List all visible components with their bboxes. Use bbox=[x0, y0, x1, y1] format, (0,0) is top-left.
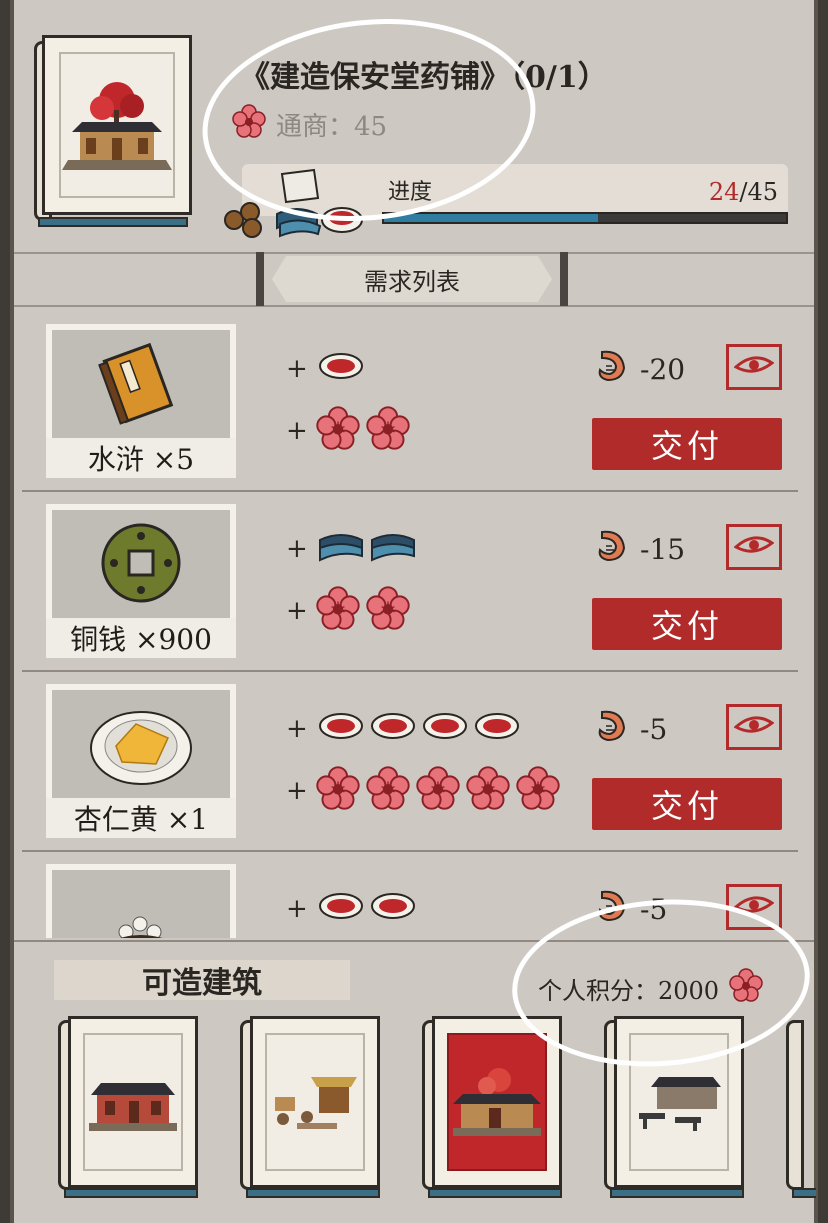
reward-row-goods bbox=[318, 892, 416, 924]
red-bowl-icon bbox=[370, 892, 416, 924]
plus-sign: + bbox=[286, 596, 308, 626]
progress-bar-fill bbox=[384, 214, 599, 222]
view-button[interactable] bbox=[726, 524, 782, 570]
progress-bar bbox=[382, 212, 788, 224]
building-card-partial[interactable] bbox=[786, 1016, 816, 1202]
building-book-card[interactable] bbox=[28, 35, 193, 227]
plum-blossom-icon bbox=[516, 766, 560, 814]
pharmacy-building-image bbox=[59, 52, 175, 198]
reward-row-blossoms bbox=[316, 766, 560, 814]
item-thumbnail: 铜钱 ×900 bbox=[46, 504, 236, 658]
view-button[interactable] bbox=[726, 704, 782, 750]
book-page bbox=[432, 1016, 562, 1188]
plus-sign: + bbox=[286, 714, 308, 744]
item-image bbox=[52, 870, 230, 938]
item-name: 铜钱 ×900 bbox=[46, 618, 236, 658]
progress-current: 24 bbox=[708, 178, 740, 206]
item-image bbox=[52, 510, 230, 616]
book-cover-edge bbox=[38, 217, 188, 227]
plum-blossom-icon bbox=[316, 586, 360, 634]
red-bowl-icon bbox=[422, 712, 468, 744]
reward-row-goods bbox=[318, 712, 520, 744]
plum-blossom-icon bbox=[366, 406, 410, 454]
item-thumbnail: 水浒 ×5 bbox=[46, 324, 236, 478]
requirement-row: 铜钱 ×900 + + -15 交付 bbox=[14, 492, 806, 672]
red-bowl-icon bbox=[318, 712, 364, 744]
plus-sign: + bbox=[286, 534, 308, 564]
cost-display: -5 bbox=[592, 706, 667, 753]
reward-row-blossoms bbox=[316, 406, 410, 454]
plum-blossom-icon bbox=[316, 406, 360, 454]
red-bowl-icon bbox=[370, 712, 416, 744]
shrimp-icon bbox=[592, 346, 632, 393]
reward-row-goods bbox=[318, 352, 364, 384]
cost-value: -5 bbox=[640, 713, 668, 746]
eye-icon bbox=[733, 713, 775, 741]
building-card-pharmacy-selected[interactable] bbox=[422, 1016, 562, 1202]
book-spine bbox=[786, 1020, 804, 1190]
book-cover-edge bbox=[610, 1188, 744, 1198]
book-page bbox=[250, 1016, 380, 1188]
progress-total: /45 bbox=[739, 178, 778, 206]
requirements-header: 需求列表 bbox=[256, 252, 568, 306]
deliver-button[interactable]: 交付 bbox=[592, 418, 782, 470]
item-name: 水浒 ×5 bbox=[46, 438, 236, 478]
plum-blossom-icon bbox=[366, 766, 410, 814]
requirements-title: 需求列表 bbox=[364, 267, 460, 296]
header-post-right bbox=[560, 252, 568, 306]
cost-value: -15 bbox=[640, 533, 686, 566]
item-image bbox=[52, 690, 230, 796]
plum-blossom-icon bbox=[316, 766, 360, 814]
building-card-courtyard[interactable] bbox=[58, 1016, 198, 1202]
progress-count: 24/45 bbox=[709, 178, 778, 206]
requirement-row: 杏仁黄 ×1 + + -5 交付 bbox=[14, 672, 806, 852]
item-thumbnail bbox=[46, 864, 236, 938]
item-thumbnail: 杏仁黄 ×1 bbox=[46, 684, 236, 838]
plum-blossom-icon bbox=[366, 586, 410, 634]
buildable-label: 可造建筑 bbox=[54, 960, 350, 1001]
shrimp-icon bbox=[592, 526, 632, 573]
book-page bbox=[42, 35, 192, 215]
courtyard-building-image bbox=[83, 1033, 183, 1171]
shrimp-icon bbox=[592, 706, 632, 753]
plus-sign: + bbox=[286, 894, 308, 924]
red-bowl-icon bbox=[474, 712, 520, 744]
reward-row-goods bbox=[318, 532, 416, 566]
cost-display: -20 bbox=[592, 346, 685, 393]
blue-cloth-icon bbox=[370, 532, 416, 566]
plus-sign: + bbox=[286, 416, 308, 446]
pharmacy-building-image bbox=[447, 1033, 547, 1171]
plum-blossom-icon bbox=[466, 766, 510, 814]
red-bowl-icon bbox=[318, 892, 364, 924]
book-cover-edge bbox=[428, 1188, 562, 1198]
eye-icon bbox=[733, 353, 775, 381]
market-building-image bbox=[265, 1033, 365, 1171]
blue-cloth-icon bbox=[318, 532, 364, 566]
requirement-row: 水浒 ×5 + + -20 交付 bbox=[14, 312, 806, 492]
book-cover-edge bbox=[64, 1188, 198, 1198]
reward-row-blossoms bbox=[316, 586, 410, 634]
book-cover-edge bbox=[792, 1188, 816, 1198]
plus-sign: + bbox=[286, 354, 308, 384]
deliver-button[interactable]: 交付 bbox=[592, 778, 782, 830]
cost-display: -15 bbox=[592, 526, 685, 573]
book-page bbox=[68, 1016, 198, 1188]
eye-icon bbox=[733, 533, 775, 561]
deliver-button[interactable]: 交付 bbox=[592, 598, 782, 650]
plum-blossom-icon bbox=[416, 766, 460, 814]
building-card-market[interactable] bbox=[240, 1016, 380, 1202]
cost-value: -20 bbox=[640, 353, 686, 386]
item-image bbox=[52, 330, 230, 436]
book-cover-edge bbox=[246, 1188, 380, 1198]
item-name: 杏仁黄 ×1 bbox=[46, 798, 236, 838]
header-post-left bbox=[256, 252, 264, 306]
plus-sign: + bbox=[286, 776, 308, 806]
red-bowl-icon bbox=[318, 352, 364, 384]
view-button[interactable] bbox=[726, 344, 782, 390]
